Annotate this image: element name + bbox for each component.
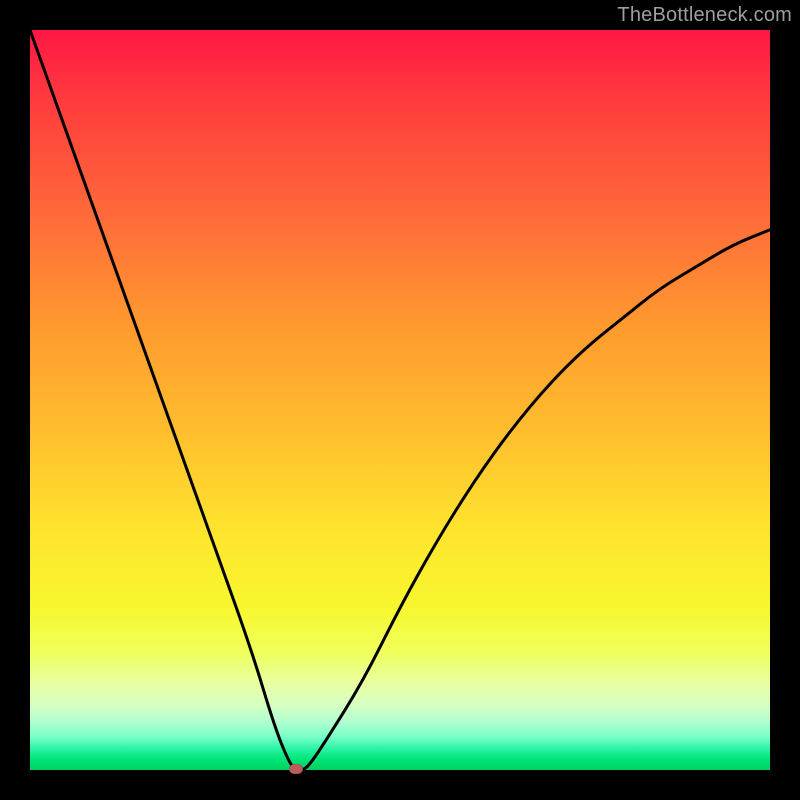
optimal-point-marker bbox=[289, 764, 303, 774]
chart-frame: TheBottleneck.com bbox=[0, 0, 800, 800]
watermark-text: TheBottleneck.com bbox=[617, 4, 792, 27]
plot-area bbox=[30, 30, 770, 770]
bottleneck-curve bbox=[30, 30, 770, 770]
